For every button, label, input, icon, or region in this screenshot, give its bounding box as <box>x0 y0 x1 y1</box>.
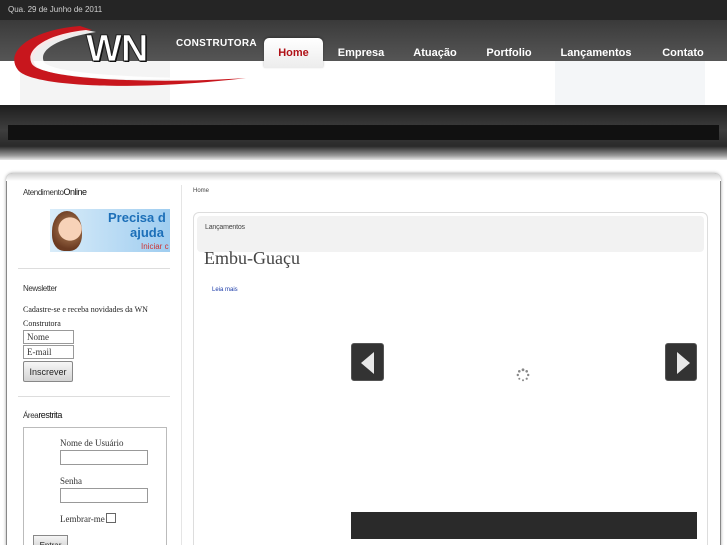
read-more-link[interactable]: Leia mais <box>212 287 238 293</box>
nav-lancamentos[interactable]: Lançamentos <box>556 38 636 68</box>
column-divider <box>181 185 182 545</box>
sidebar-divider <box>18 268 170 269</box>
slider-prev-button[interactable] <box>351 343 384 381</box>
content-frame-top <box>6 173 721 181</box>
site-logo[interactable]: WN CONSTRUTORA <box>10 22 257 92</box>
logo-subtitle: CONSTRUTORA <box>176 38 257 49</box>
newsletter-title: Newsletter <box>23 284 57 293</box>
remember-checkbox[interactable] <box>106 513 116 523</box>
launch-city-title: Embu-Guaçu <box>204 248 300 268</box>
arrow-left-icon <box>361 352 374 374</box>
launch-panel-header <box>197 216 704 252</box>
online-help-banner[interactable]: Precisa d ajuda Iniciar c <box>50 209 170 252</box>
logo-text: WN <box>85 28 148 71</box>
current-date: Qua. 29 de Junho de 2011 <box>8 5 103 14</box>
username-input[interactable] <box>60 450 148 465</box>
remember-label: Lembrar-me <box>60 514 105 524</box>
slider-caption-bar <box>351 512 697 539</box>
newsletter-email-input[interactable]: E-mail <box>23 345 74 359</box>
operator-avatar <box>52 211 82 251</box>
arrow-right-icon <box>677 352 690 374</box>
restricted-title: Árearestrita <box>23 410 62 420</box>
help-banner-line3: Iniciar c <box>141 242 169 251</box>
help-banner-line2: ajuda <box>130 225 164 240</box>
spinner-icon <box>516 368 530 382</box>
top-bar: Qua. 29 de Junho de 2011 <box>0 0 727 20</box>
section-label: Lançamentos <box>205 224 245 231</box>
banner-strip <box>0 105 727 160</box>
breadcrumb[interactable]: Home <box>193 188 209 194</box>
password-input[interactable] <box>60 488 148 503</box>
slider-next-button[interactable] <box>665 343 697 381</box>
sidebar-divider <box>18 396 170 397</box>
banner-inner <box>8 125 719 140</box>
password-label: Senha <box>60 476 82 486</box>
username-label: Nome de Usuário <box>60 438 124 448</box>
login-submit-button[interactable]: Entrar <box>33 535 68 545</box>
help-banner-line1: Precisa d <box>108 210 166 225</box>
nav-contato[interactable]: Contato <box>654 38 712 68</box>
nav-empresa[interactable]: Empresa <box>332 38 390 68</box>
nav-atuacao[interactable]: Atuação <box>407 38 463 68</box>
newsletter-name-input[interactable]: Nome <box>23 330 74 344</box>
nav-portfolio[interactable]: Portfolio <box>480 38 538 68</box>
newsletter-text: Cadastre-se e receba novidades da WN Con… <box>23 305 148 328</box>
nav-home[interactable]: Home <box>264 38 323 68</box>
newsletter-submit-button[interactable]: Inscrever <box>23 361 73 382</box>
online-title: AtendimentoOnline <box>23 187 87 197</box>
